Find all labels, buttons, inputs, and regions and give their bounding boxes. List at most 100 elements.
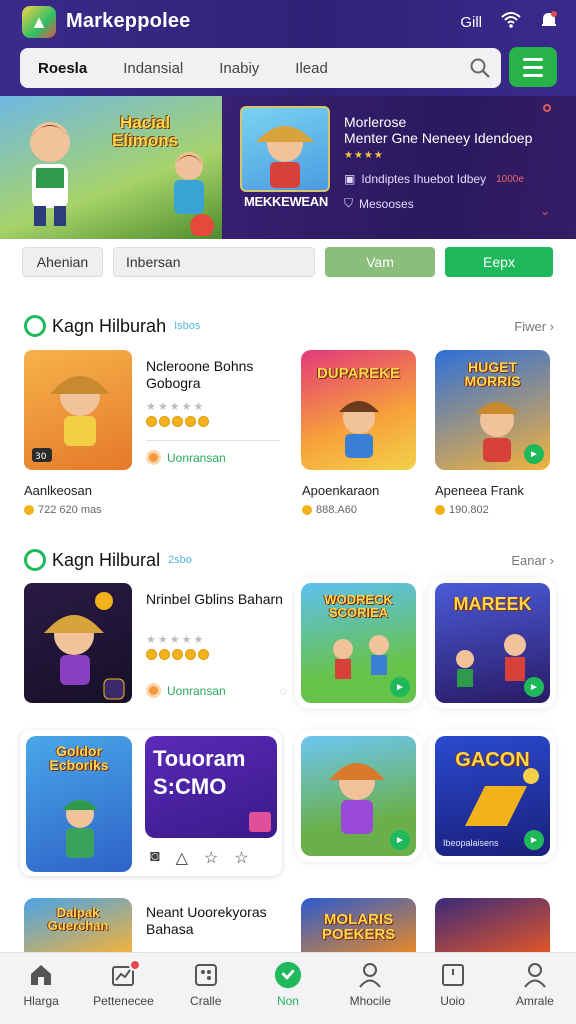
search-tab[interactable]: Indansial bbox=[105, 60, 201, 77]
signal-icon: Gill bbox=[460, 13, 482, 31]
game-meta: 888.A60 bbox=[302, 504, 357, 516]
notification-dot-icon bbox=[129, 959, 142, 971]
game-title: Ncleroone Bohns Gobogra bbox=[146, 358, 254, 391]
play-action-label: Uonransan bbox=[167, 450, 226, 465]
nav-label: Uoio bbox=[440, 994, 465, 1008]
game-tile[interactable]: HUGET MORRIS ► bbox=[435, 350, 550, 470]
featured-game-card[interactable]: 30 Ncleroone Bohns Gobogra ★★★★★ Uonrans… bbox=[24, 350, 286, 500]
chevron-down-icon[interactable]: ⌄ bbox=[540, 204, 550, 218]
nav-label: Amrale bbox=[515, 994, 554, 1008]
banner-title-line: Morlerose bbox=[344, 114, 407, 130]
bundle-actions: ◙ △ ☆ ☆ bbox=[150, 848, 249, 868]
hamburger-icon[interactable] bbox=[509, 47, 557, 87]
card-icon bbox=[439, 961, 467, 989]
game-thumbnail: 30 bbox=[24, 350, 132, 470]
game-tile[interactable] bbox=[435, 898, 550, 952]
game-meta: 722 620 mas bbox=[24, 504, 102, 516]
nav-label: Non bbox=[276, 994, 299, 1008]
game-tile[interactable]: DUPAREKE bbox=[301, 350, 416, 470]
nav-item-profile[interactable]: Amrale bbox=[494, 953, 576, 1024]
nav-label: Hlarga bbox=[23, 994, 59, 1008]
tile-label: DUPAREKE bbox=[316, 365, 401, 382]
search-tab[interactable]: Inabiy bbox=[201, 60, 277, 77]
game-caption: Apeneea Frank bbox=[435, 483, 524, 498]
play-action-label: Uonransan bbox=[167, 683, 226, 698]
game-title: Neant Uoorekyoras Bahasa bbox=[146, 904, 267, 937]
person-icon bbox=[356, 961, 384, 989]
filter-button-primary[interactable]: Eepx bbox=[445, 247, 553, 277]
play-action[interactable]: Uonransan ◌ bbox=[146, 683, 287, 698]
nav-item-card[interactable]: Uoio bbox=[411, 953, 493, 1024]
game-caption: Apoenkaraon bbox=[302, 483, 380, 498]
character-illustration bbox=[30, 122, 70, 226]
gamepad-icon[interactable]: ◙ bbox=[150, 848, 160, 868]
featured-game-card[interactable]: Nrinbel Gblins Baharn ★★★★★ Uonransan ◌ bbox=[24, 583, 287, 733]
game-tile[interactable]: WODRECK SCORIEA ► bbox=[301, 583, 416, 703]
game-tile[interactable]: Goldor Ecboriks bbox=[26, 736, 132, 872]
game-tile[interactable]: MAREEK ► bbox=[435, 583, 550, 703]
game-tile[interactable]: Dalpak Guerchan bbox=[24, 898, 132, 952]
nav-item-play[interactable]: Non bbox=[247, 953, 329, 1024]
search-icon[interactable] bbox=[469, 57, 491, 79]
nav-item-create[interactable]: Cralle bbox=[165, 953, 247, 1024]
banner-title-line: Menter Gne Neneey Idendoep bbox=[344, 129, 533, 146]
tile-title: Touoram bbox=[153, 746, 246, 771]
game-title: Nrinbel Gblins Baharn bbox=[146, 591, 283, 607]
tile-meta: Ibeopalaisens bbox=[443, 838, 499, 848]
banner-title: Morlerose Menter Gne Neneey Idendoep bbox=[344, 114, 544, 146]
favorite-icon[interactable]: ☆ bbox=[234, 848, 248, 868]
share-icon[interactable]: △ bbox=[176, 848, 188, 868]
filter-row: Ahenian Inbersan Vam Eepx bbox=[0, 239, 576, 291]
see-more-link[interactable]: Fiwer › bbox=[514, 319, 554, 334]
banner-headline: Hacial Elimons bbox=[111, 113, 179, 150]
info-icon[interactable]: ◌ bbox=[280, 684, 287, 698]
character-illustration bbox=[174, 152, 214, 236]
game-tile[interactable]: ► bbox=[301, 736, 416, 856]
play-badge-icon: ► bbox=[524, 677, 544, 697]
app-screen: ▲ Markeppolee Gill Roesla Indansial Inab… bbox=[0, 0, 576, 1024]
banner-price: 1000e bbox=[496, 173, 524, 185]
nav-item-performance[interactable]: Pettenecee bbox=[82, 953, 164, 1024]
star-rating: ★★★★★ bbox=[146, 401, 206, 413]
section-badge: 2sbo bbox=[168, 554, 192, 566]
search-tab[interactable]: Ilead bbox=[277, 60, 346, 77]
grid-icon bbox=[192, 961, 220, 989]
see-more-label: Eanar bbox=[511, 552, 547, 568]
banner-game-art[interactable] bbox=[240, 106, 330, 192]
banner-indicator-icon bbox=[543, 104, 551, 112]
game-meta: 190.802 bbox=[435, 504, 489, 516]
tile-label: WODRECK SCORIEA bbox=[324, 592, 393, 620]
game-tile[interactable]: MOLARIS POEKERS bbox=[301, 898, 416, 952]
play-action[interactable]: Uonransan bbox=[146, 450, 226, 465]
banner-artwork: Hacial Elimons bbox=[0, 96, 222, 239]
notification-icon[interactable] bbox=[540, 10, 558, 34]
game-tile[interactable]: GACON Ibeopalaisens ► bbox=[435, 736, 550, 856]
nav-label: Cralle bbox=[190, 994, 222, 1008]
game-tile[interactable]: Touoram S:CMO bbox=[145, 736, 277, 838]
wifi-icon bbox=[500, 11, 522, 33]
game-meta-text: 888.A60 bbox=[316, 504, 357, 516]
game-meta-text: 722 620 mas bbox=[38, 504, 102, 516]
section-title: Kagn Hilbural bbox=[52, 549, 161, 570]
section-header: Kagn Hilbural 2sbo Eanar › bbox=[24, 546, 554, 574]
see-more-link[interactable]: Eanar › bbox=[511, 553, 554, 568]
section-badge: Isbos bbox=[174, 320, 201, 332]
star-icon[interactable]: ☆ bbox=[204, 848, 218, 868]
nav-item-mobile[interactable]: Mhocile bbox=[329, 953, 411, 1024]
banner-rating: ★★★★ bbox=[344, 150, 384, 161]
coin-rating bbox=[146, 649, 209, 660]
banner-art-label: MEKKEWEAN bbox=[244, 194, 328, 209]
coin-icon bbox=[146, 450, 161, 465]
filter-chip[interactable]: Ahenian bbox=[22, 247, 103, 277]
filter-input[interactable]: Inbersan bbox=[113, 247, 315, 277]
nav-item-home[interactable]: Hlarga bbox=[0, 953, 82, 1024]
play-badge-icon: ► bbox=[524, 444, 544, 464]
search-bar[interactable]: Roesla Indansial Inabiy Ilead bbox=[20, 48, 501, 88]
app-logo[interactable]: ▲ bbox=[22, 6, 56, 38]
banner-detail: ▣ Idndiptes Ihuebot Idbey 1000e bbox=[344, 172, 524, 186]
play-badge-icon: ► bbox=[524, 830, 544, 850]
search-tab[interactable]: Roesla bbox=[20, 60, 105, 77]
profile-icon bbox=[521, 961, 549, 989]
filter-button[interactable]: Vam bbox=[325, 247, 435, 277]
game-caption: Aanlkeosan bbox=[24, 483, 92, 498]
